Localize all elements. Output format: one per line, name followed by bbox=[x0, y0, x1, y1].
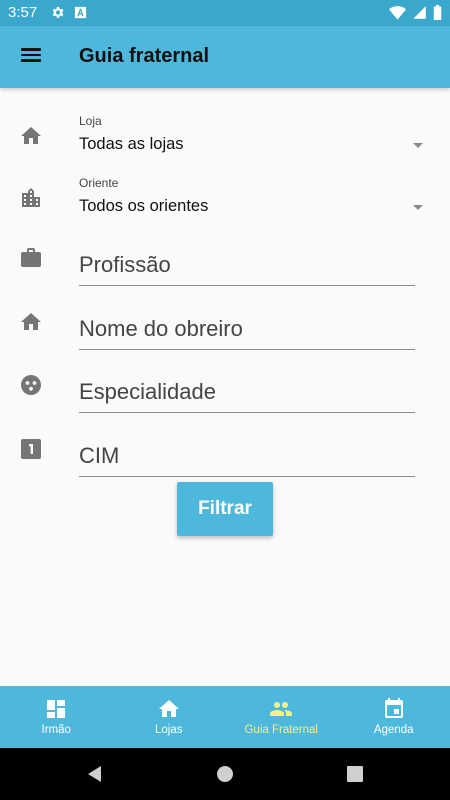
city-icon bbox=[22, 188, 40, 207]
battery-icon bbox=[433, 5, 442, 20]
oriente-label: Oriente bbox=[79, 176, 119, 190]
nav-item-agenda[interactable]: Agenda bbox=[338, 686, 450, 748]
nav-item-lojas[interactable]: Lojas bbox=[113, 686, 226, 748]
back-icon[interactable] bbox=[85, 764, 105, 784]
font-a-icon bbox=[74, 6, 87, 19]
signal-icon bbox=[413, 6, 426, 19]
oriente-value: Todos os orientes bbox=[79, 197, 209, 215]
home-icon bbox=[21, 127, 41, 144]
settings-icon bbox=[52, 7, 64, 18]
loja-value: Todas as lojas bbox=[79, 135, 184, 153]
loja-label: Loja bbox=[79, 114, 102, 128]
app-bar: Guia fraternal bbox=[0, 26, 450, 88]
oriente-dropdown[interactable]: Oriente Todos os orientes bbox=[0, 172, 450, 222]
page-title: Guia fraternal bbox=[79, 45, 210, 67]
menu-button[interactable] bbox=[18, 45, 44, 69]
bottom-nav: Irmão Lojas Guia Fraternal Agenda bbox=[0, 686, 450, 748]
system-nav-bar bbox=[0, 748, 450, 800]
dashboard-icon bbox=[47, 700, 66, 718]
profissao-placeholder: Profissão bbox=[79, 252, 171, 277]
nav-label-agenda: Agenda bbox=[373, 724, 414, 736]
hamburger-line bbox=[21, 53, 41, 56]
home-icon bbox=[158, 700, 179, 717]
chevron-down-icon bbox=[413, 143, 423, 148]
nav-item-guia-fraternal[interactable]: Guia Fraternal bbox=[225, 686, 338, 748]
briefcase-icon bbox=[21, 248, 41, 267]
nome-obreiro-placeholder: Nome do obreiro bbox=[79, 316, 243, 341]
cim-input[interactable]: CIM bbox=[79, 437, 415, 477]
loja-dropdown[interactable]: Loja Todas as lojas bbox=[0, 110, 450, 160]
calendar-icon bbox=[384, 698, 403, 718]
filter-button[interactable]: Filtrar bbox=[177, 482, 273, 536]
especialidade-placeholder: Especialidade bbox=[79, 379, 216, 404]
people-icon bbox=[270, 702, 293, 716]
specialty-icon bbox=[21, 375, 41, 395]
nav-item-irmao[interactable]: Irmão bbox=[0, 686, 113, 748]
hamburger-line bbox=[21, 48, 41, 51]
profissao-input[interactable]: Profissão bbox=[79, 246, 415, 286]
number-one-icon bbox=[21, 439, 41, 459]
home-button-icon[interactable] bbox=[215, 764, 235, 784]
status-bar: 3:57 bbox=[0, 0, 450, 26]
nome-obreiro-input[interactable]: Nome do obreiro bbox=[79, 310, 415, 350]
nav-label-lojas: Lojas bbox=[155, 724, 183, 736]
chevron-down-icon bbox=[413, 205, 423, 210]
recents-icon[interactable] bbox=[345, 764, 365, 784]
hamburger-line bbox=[21, 59, 41, 62]
nav-label-irmao: Irmão bbox=[41, 724, 71, 736]
wifi-icon bbox=[389, 6, 406, 20]
cim-placeholder: CIM bbox=[79, 443, 120, 468]
nav-label-guia-fraternal: Guia Fraternal bbox=[244, 724, 318, 736]
status-time: 3:57 bbox=[8, 4, 38, 21]
home-icon bbox=[21, 313, 41, 330]
especialidade-input[interactable]: Especialidade bbox=[79, 373, 415, 413]
